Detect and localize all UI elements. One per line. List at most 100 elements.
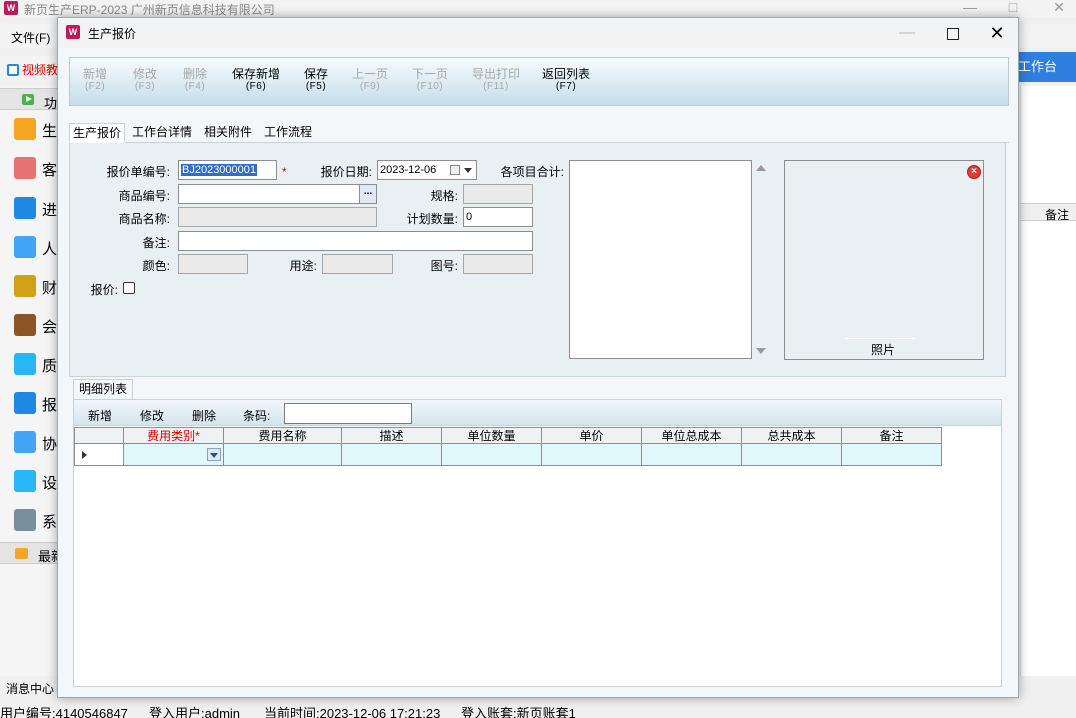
detail-edit-button[interactable]: 修改 bbox=[140, 407, 164, 424]
save-button[interactable]: 保存 (F5) bbox=[304, 68, 328, 93]
nav-item-9[interactable]: 设 bbox=[0, 466, 58, 496]
save-new-button[interactable]: 保存新增 (F6) bbox=[232, 68, 280, 93]
edit-label: 修改 bbox=[133, 67, 158, 81]
product-name-field[interactable] bbox=[178, 207, 377, 227]
column-header[interactable]: 描述 bbox=[341, 427, 442, 444]
main-maximize-icon[interactable]: □ bbox=[998, 0, 1028, 16]
column-header[interactable]: 单价 bbox=[541, 427, 642, 444]
drawing-no-field[interactable] bbox=[463, 254, 533, 274]
photo-box[interactable]: × 照片 bbox=[784, 160, 984, 360]
row-header[interactable] bbox=[74, 443, 124, 466]
prev-page-button[interactable]: 上一页 (F9) bbox=[352, 68, 388, 93]
color-field[interactable] bbox=[178, 254, 248, 274]
prev-page-label: 上一页 bbox=[352, 67, 389, 81]
column-header[interactable]: 单位数量 bbox=[441, 427, 542, 444]
left-nav: 功 生客进人财会质报协设系 最新 bbox=[0, 86, 64, 676]
barcode-label: 条码: bbox=[243, 409, 271, 423]
next-page-button[interactable]: 下一页 (F10) bbox=[412, 68, 448, 93]
main-minimize-icon[interactable]: — bbox=[955, 0, 985, 16]
coins-icon bbox=[14, 275, 36, 297]
detail-list-tab[interactable]: 明细列表 bbox=[73, 379, 134, 399]
nav-header[interactable]: 功 bbox=[0, 88, 58, 111]
column-header[interactable]: 总共成本 bbox=[741, 427, 842, 444]
quoted-checkbox[interactable] bbox=[123, 282, 135, 294]
scroll-up-icon[interactable] bbox=[756, 165, 766, 171]
grid-cell[interactable] bbox=[123, 443, 224, 466]
new-button[interactable]: 新增 (F2) bbox=[83, 68, 107, 93]
product-code-field[interactable]: ... bbox=[178, 184, 377, 204]
product-lookup-button[interactable]: ... bbox=[359, 185, 376, 203]
grid-cell[interactable] bbox=[541, 443, 642, 466]
nav-item-label: 财 bbox=[42, 280, 58, 297]
photo-clear-icon[interactable]: × bbox=[967, 165, 981, 179]
message-center[interactable]: 消息中心 bbox=[6, 680, 54, 697]
nav-item-7[interactable]: 报 bbox=[0, 388, 58, 418]
nav-item-10[interactable]: 系 bbox=[0, 505, 58, 535]
lock-icon bbox=[14, 509, 36, 531]
detail-add-button[interactable]: 新增 bbox=[88, 407, 112, 424]
grid-cell[interactable] bbox=[641, 443, 742, 466]
column-header[interactable]: 费用类别* bbox=[123, 427, 224, 444]
nav-item-5[interactable]: 会 bbox=[0, 310, 58, 340]
dialog-close-icon[interactable]: ✕ bbox=[977, 21, 1017, 45]
grid-cell[interactable] bbox=[741, 443, 842, 466]
tab-attachments[interactable]: 相关附件 bbox=[201, 123, 255, 143]
video-icon bbox=[7, 63, 19, 76]
chevron-down-icon[interactable] bbox=[207, 448, 221, 461]
tab-workflow[interactable]: 工作流程 bbox=[261, 123, 315, 143]
photo-label: 照片 bbox=[871, 343, 896, 357]
detail-delete-button[interactable]: 删除 bbox=[192, 407, 216, 424]
quote-no-field[interactable]: BJ2023000001 bbox=[178, 160, 277, 180]
delete-shortcut: (F4) bbox=[184, 81, 206, 92]
spec-field[interactable] bbox=[463, 184, 533, 204]
calendar-icon[interactable] bbox=[450, 165, 460, 175]
tab-workbench-details[interactable]: 工作台详情 bbox=[129, 123, 195, 143]
dialog-minimize-icon[interactable]: — bbox=[887, 21, 927, 45]
barcode-input[interactable] bbox=[284, 403, 412, 424]
status-current-time: 当前时间:2023-12-06 17:21:23 bbox=[264, 706, 441, 718]
nav-item-4[interactable]: 财 bbox=[0, 271, 58, 301]
chevron-down-icon[interactable] bbox=[464, 168, 472, 173]
required-mark: * bbox=[282, 165, 287, 179]
nav-item-8[interactable]: 协 bbox=[0, 427, 58, 457]
export-print-button[interactable]: 导出打印 (F11) bbox=[472, 68, 520, 93]
column-header[interactable]: 备注 bbox=[841, 427, 942, 444]
grid-cell[interactable] bbox=[841, 443, 942, 466]
delete-button[interactable]: 删除 (F4) bbox=[183, 68, 207, 93]
main-close-icon[interactable]: ✕ bbox=[1044, 0, 1074, 16]
totals-textarea[interactable] bbox=[569, 160, 752, 359]
nav-item-6[interactable]: 质 bbox=[0, 349, 58, 379]
delete-label: 删除 bbox=[183, 67, 208, 81]
column-header[interactable]: 费用名称 bbox=[223, 427, 342, 444]
edit-button[interactable]: 修改 (F3) bbox=[133, 68, 157, 93]
nav-footer[interactable]: 最新 bbox=[0, 542, 64, 564]
grid-cell[interactable] bbox=[341, 443, 442, 466]
product-code-label: 商品编号: bbox=[118, 189, 170, 203]
dialog-maximize-icon[interactable] bbox=[932, 21, 972, 45]
grid-cell[interactable] bbox=[441, 443, 542, 466]
table-row[interactable] bbox=[74, 443, 942, 466]
usage-field[interactable] bbox=[322, 254, 393, 274]
remark-field[interactable] bbox=[178, 231, 533, 251]
quote-date-picker[interactable]: 2023-12-06 bbox=[377, 160, 477, 180]
nav-item-3[interactable]: 人 bbox=[0, 232, 58, 262]
nav-item-0[interactable]: 生 bbox=[0, 114, 58, 144]
tab-production-quote[interactable]: 生产报价 bbox=[69, 123, 126, 143]
nav-item-1[interactable]: 客 bbox=[0, 153, 58, 183]
column-header[interactable]: 单位总成本 bbox=[641, 427, 742, 444]
save-new-shortcut: (F6) bbox=[245, 81, 267, 92]
save-new-label: 保存新增 bbox=[232, 67, 281, 81]
grid-cell[interactable] bbox=[223, 443, 342, 466]
nav-item-label: 报 bbox=[42, 397, 58, 414]
workbench-button[interactable]: 工作台 bbox=[1010, 52, 1076, 82]
video-tutorial-link[interactable]: 视频教 bbox=[7, 61, 58, 78]
scroll-down-icon[interactable] bbox=[756, 348, 766, 354]
main-window-titlebar: W 新页生产ERP-2023 广州新页信息科技有限公司 — □ ✕ bbox=[0, 0, 1076, 17]
app-logo-icon: W bbox=[4, 1, 18, 15]
quote-no-label: 报价单编号: bbox=[106, 165, 170, 179]
current-row-icon bbox=[82, 451, 87, 459]
back-to-list-button[interactable]: 返回列表 (F7) bbox=[542, 68, 590, 93]
nav-item-2[interactable]: 进 bbox=[0, 193, 58, 223]
menu-file[interactable]: 文件(F) bbox=[11, 29, 50, 46]
plan-qty-field[interactable]: 0 bbox=[463, 207, 533, 227]
